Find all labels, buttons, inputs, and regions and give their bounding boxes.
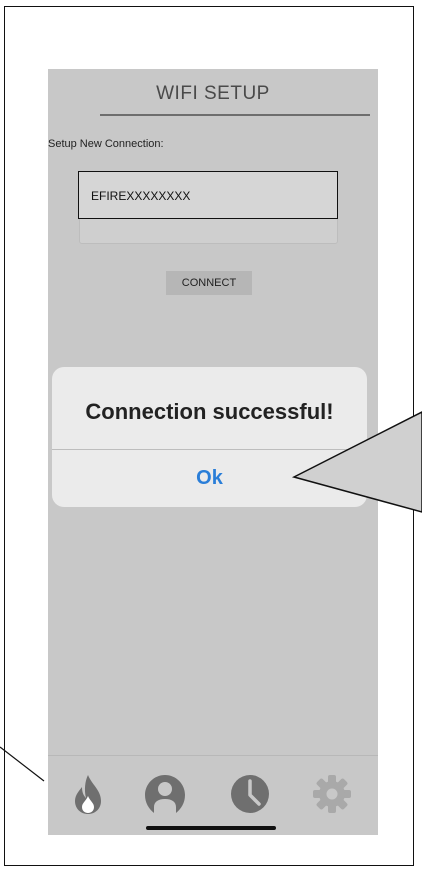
flame-callout-line: [0, 746, 45, 782]
callout-overlay: [0, 411, 422, 782]
ok-callout-pointer: [291, 411, 422, 513]
